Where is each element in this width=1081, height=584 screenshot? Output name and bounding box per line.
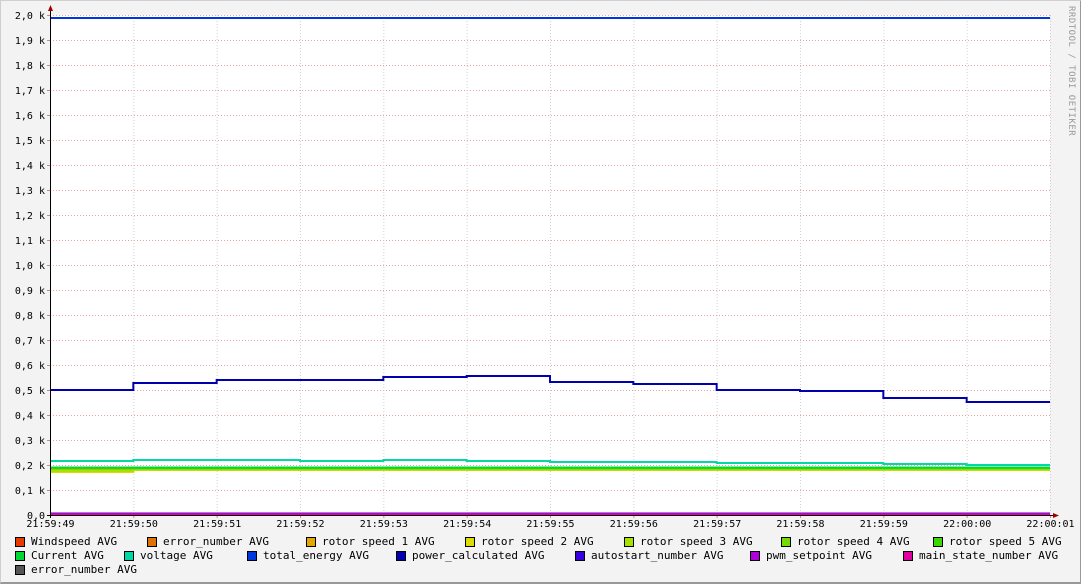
legend-label: pwm_setpoint AVG xyxy=(766,549,872,562)
y-tick-label: 1,1 k xyxy=(15,236,45,247)
legend-label: rotor speed 1 AVG xyxy=(322,535,435,548)
x-tick-label: 22:00:01 xyxy=(1026,519,1074,530)
legend-swatch xyxy=(396,551,406,561)
legend-item: voltage AVG xyxy=(124,549,213,563)
legend-item: Current AVG xyxy=(15,549,104,563)
chart-canvas: 0,00,1 k0,2 k0,3 k0,4 k0,5 k0,6 k0,7 k0,… xyxy=(15,5,1075,530)
y-tick-label: 1,8 k xyxy=(15,61,45,72)
x-tick-label: 21:59:59 xyxy=(860,519,908,530)
legend-item: error_number AVG xyxy=(147,535,269,549)
legend-item: Windspeed AVG xyxy=(15,535,117,549)
y-tick-label: 2,0 k xyxy=(15,11,45,22)
legend-swatch xyxy=(15,537,25,547)
legend-label: total_energy AVG xyxy=(263,549,369,562)
y-tick-label: 0,2 k xyxy=(15,461,45,472)
legend-swatch xyxy=(750,551,760,561)
legend-label: rotor speed 5 AVG xyxy=(949,535,1062,548)
y-tick-label: 0,3 k xyxy=(15,436,45,447)
y-tick-label: 1,6 k xyxy=(15,111,45,122)
legend-item: rotor speed 3 AVG xyxy=(624,535,753,549)
y-tick-label: 0,1 k xyxy=(15,486,45,497)
legend-item: autostart_number AVG xyxy=(575,549,723,563)
legend-label: rotor speed 3 AVG xyxy=(640,535,753,548)
legend-swatch xyxy=(933,537,943,547)
y-tick-label: 1,4 k xyxy=(15,161,45,172)
y-axis-arrow xyxy=(48,5,53,11)
x-tick-label: 21:59:49 xyxy=(26,519,74,530)
rrd-graph: 0,0 0,1 k 0,2 k 0,3 k 0,4 k 0,5 k 0,6 k 0,7 k 0,… xyxy=(0,0,1081,584)
legend-item: rotor speed 5 AVG xyxy=(933,535,1062,549)
x-tick-label: 21:59:57 xyxy=(693,519,741,530)
y-tick-label: 1,5 k xyxy=(15,136,45,147)
legend-label: autostart_number AVG xyxy=(591,549,724,562)
x-tick-label: 21:59:50 xyxy=(110,519,158,530)
legend-swatch xyxy=(575,551,585,561)
y-tick-label: 1,0 k xyxy=(15,261,45,272)
legend-swatch xyxy=(247,551,257,561)
y-tick-label: 1,9 k xyxy=(15,36,45,47)
y-tick-label: 1,7 k xyxy=(15,86,45,97)
legend-label: Windspeed AVG xyxy=(31,535,118,548)
x-tick-label: 22:00:00 xyxy=(943,519,991,530)
legend-label: Current AVG xyxy=(31,549,104,562)
y-tick-label: 0,7 k xyxy=(15,336,45,347)
legend-swatch xyxy=(465,537,475,547)
legend-item: pwm_setpoint AVG xyxy=(750,549,872,563)
legend-item: rotor speed 1 AVG xyxy=(306,535,435,549)
legend-swatch xyxy=(781,537,791,547)
x-tick-label: 21:59:56 xyxy=(610,519,658,530)
legend-item: rotor speed 2 AVG xyxy=(465,535,594,549)
legend-item: rotor speed 4 AVG xyxy=(781,535,910,549)
legend-swatch xyxy=(15,551,25,561)
legend-label: voltage AVG xyxy=(140,549,213,562)
y-tick-label: 0,9 k xyxy=(15,286,45,297)
x-tick-label: 21:59:58 xyxy=(776,519,824,530)
legend-label: error_number AVG xyxy=(163,535,269,548)
x-tick-label: 21:59:52 xyxy=(276,519,324,530)
y-tick-label: 0,4 k xyxy=(15,411,45,422)
legend-item: error_number AVG xyxy=(15,563,137,577)
y-tick-label: 1,3 k xyxy=(15,186,45,197)
legend-swatch xyxy=(15,565,25,575)
legend-swatch xyxy=(124,551,134,561)
legend-label: rotor speed 2 AVG xyxy=(481,535,594,548)
x-tick-label: 21:59:53 xyxy=(360,519,408,530)
legend-item: power_calculated AVG xyxy=(396,549,544,563)
legend-label: main_state_number AVG xyxy=(919,549,1059,562)
x-tick-label: 21:59:55 xyxy=(526,519,574,530)
y-tick-label: 0,5 k xyxy=(15,386,45,397)
legend-swatch xyxy=(306,537,316,547)
x-axis-arrow xyxy=(1053,513,1059,518)
legend-label: error_number AVG xyxy=(31,563,137,576)
legend-swatch xyxy=(147,537,157,547)
y-tick-label: 1,2 k xyxy=(15,211,45,222)
legend-label: rotor speed 4 AVG xyxy=(797,535,910,548)
legend-item: total_energy AVG xyxy=(247,549,369,563)
watermark: RRDTOOL / TOBI OETIKER xyxy=(1066,6,1076,137)
legend-swatch xyxy=(903,551,913,561)
legend-item: main_state_number AVG xyxy=(903,549,1058,563)
legend-swatch xyxy=(624,537,634,547)
y-tick-label: 0,8 k xyxy=(15,311,45,322)
legend-label: power_calculated AVG xyxy=(412,549,545,562)
x-tick-label: 21:59:51 xyxy=(193,519,241,530)
x-tick-label: 21:59:54 xyxy=(443,519,491,530)
y-tick-label: 0,6 k xyxy=(15,361,45,372)
